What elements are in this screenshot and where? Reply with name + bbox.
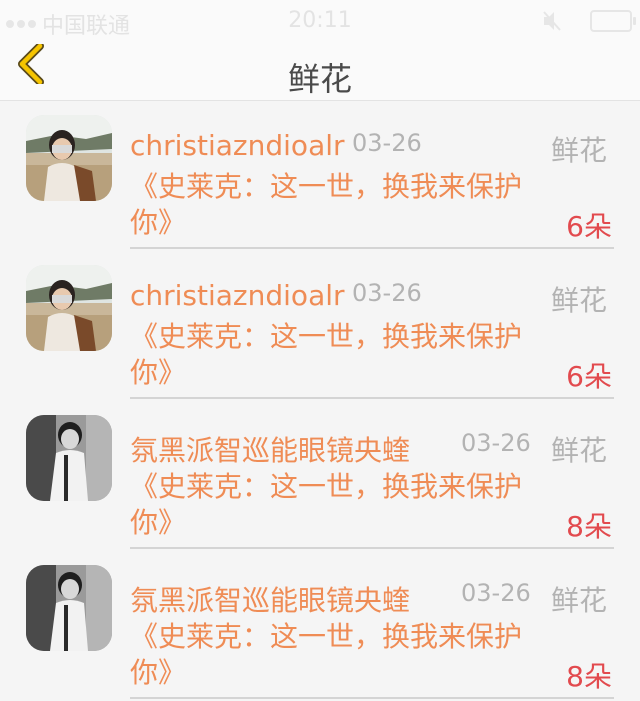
- username[interactable]: 氛黑派智巡能眼镜央蝰: [130, 579, 410, 619]
- book-title[interactable]: 《史莱克：这一世，换我来保护你》: [130, 619, 550, 691]
- book-title[interactable]: 《史莱克：这一世，换我来保护你》: [130, 169, 550, 241]
- mute-icon: [543, 11, 561, 31]
- status-bar: 中国联通 20:11: [0, 0, 640, 44]
- date-label: 03-26: [352, 129, 422, 157]
- gift-category: 鲜花: [551, 134, 608, 167]
- divider: [130, 397, 614, 399]
- flower-count: 6朵: [566, 360, 612, 393]
- list-item[interactable]: christiazndioalr 03-26 鲜花 《史莱克：这一世，换我来保护…: [0, 251, 640, 401]
- divider: [130, 697, 614, 699]
- nav-bar: 鲜花: [0, 42, 640, 101]
- list-item[interactable]: 氛黑派智巡能眼镜央蝰 03-26 鲜花 《史莱克：这一世，换我来保护你》 8朵: [0, 401, 640, 551]
- avatar[interactable]: [26, 265, 112, 351]
- flower-record-list: christiazndioalr 03-26 鲜花 《史莱克：这一世，换我来保护…: [0, 101, 640, 701]
- list-item[interactable]: christiazndioalr 03-26 鲜花 《史莱克：这一世，换我来保护…: [0, 101, 640, 251]
- avatar[interactable]: [26, 115, 112, 201]
- username[interactable]: christiazndioalr: [130, 279, 345, 312]
- username[interactable]: christiazndioalr: [130, 129, 345, 162]
- username[interactable]: 氛黑派智巡能眼镜央蝰: [130, 429, 410, 469]
- book-title[interactable]: 《史莱克：这一世，换我来保护你》: [130, 469, 550, 541]
- divider: [130, 247, 614, 249]
- divider: [130, 547, 614, 549]
- avatar[interactable]: [26, 415, 112, 501]
- list-item[interactable]: 氛黑派智巡能眼镜央蝰 03-26 鲜花 《史莱克：这一世，换我来保护你》 8朵: [0, 551, 640, 701]
- date-label: 03-26: [352, 279, 422, 307]
- flower-count: 8朵: [566, 660, 612, 693]
- flower-count: 6朵: [566, 210, 612, 243]
- avatar[interactable]: [26, 565, 112, 651]
- gift-category: 鲜花: [551, 434, 608, 467]
- date-label: 03-26: [461, 579, 531, 607]
- battery-icon: [590, 10, 636, 32]
- book-title[interactable]: 《史莱克：这一世，换我来保护你》: [130, 319, 550, 391]
- flower-count: 8朵: [566, 510, 612, 543]
- page-title: 鲜花: [287, 60, 352, 98]
- date-label: 03-26: [461, 429, 531, 457]
- status-icons: [542, 10, 636, 32]
- gift-category: 鲜花: [551, 284, 608, 317]
- gift-category: 鲜花: [551, 584, 608, 617]
